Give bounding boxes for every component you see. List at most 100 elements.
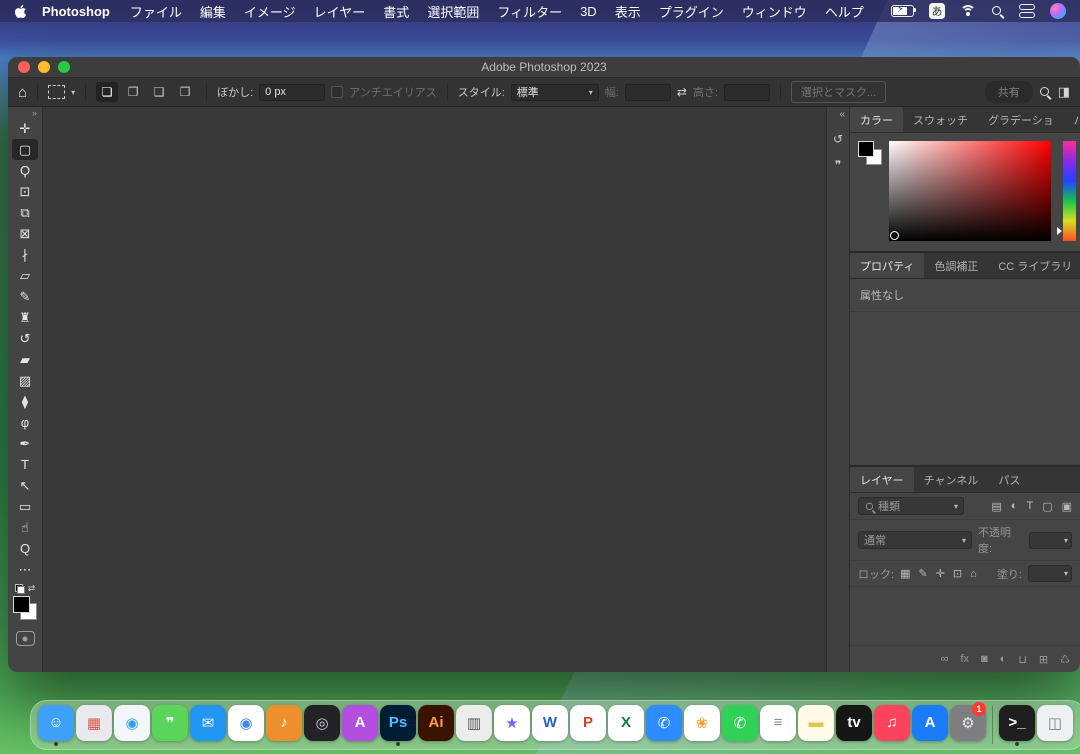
menu-image[interactable]: イメージ xyxy=(235,2,305,21)
menu-3d[interactable]: 3D xyxy=(571,4,606,19)
saturation-brightness-field[interactable] xyxy=(889,141,1051,241)
edit-toolbar[interactable]: ⋯ xyxy=(12,559,38,580)
dock-powerpoint[interactable]: P xyxy=(569,705,607,746)
layers-list[interactable] xyxy=(850,587,1080,646)
spotlight-search-icon[interactable] xyxy=(991,5,1004,18)
dock-terminal[interactable]: >_ xyxy=(998,705,1036,746)
menu-photoshop[interactable]: Photoshop xyxy=(33,4,121,19)
layer-mask-icon[interactable]: ◙ xyxy=(981,653,988,665)
dock-reminders[interactable]: ≡ xyxy=(759,705,797,746)
dock-photoshop[interactable]: Ps xyxy=(379,705,417,746)
lock-position-icon[interactable]: ✛ xyxy=(936,567,945,580)
swap-dimensions-icon[interactable]: ⇄ xyxy=(677,85,687,99)
eyedropper-tool[interactable]: ∤ xyxy=(12,244,38,265)
dock-imovie[interactable]: ★ xyxy=(493,705,531,746)
dock-affinity-photo[interactable]: A xyxy=(341,705,379,746)
tab-paths[interactable]: パス xyxy=(988,467,1030,492)
panel-foreground-swatch[interactable] xyxy=(858,141,874,157)
type-tool[interactable]: T xyxy=(12,454,38,475)
subtract-selection-mode[interactable]: ❑ xyxy=(148,82,170,102)
lock-pixels-icon[interactable]: ✎ xyxy=(918,567,927,580)
delete-layer-icon[interactable]: ♺ xyxy=(1060,653,1070,666)
dock-system-settings[interactable]: ⚙ 1 xyxy=(949,705,987,746)
tab-cc-libraries[interactable]: CC ライブラリ xyxy=(988,253,1080,278)
zoom-window-button[interactable] xyxy=(58,61,70,73)
adjustment-layer-icon[interactable]: ◐ xyxy=(1000,653,1007,665)
dock-notes[interactable]: ▬ xyxy=(797,705,835,746)
blend-mode-select[interactable]: 通常 ▾ xyxy=(858,531,972,549)
dock-final-cut-pro[interactable]: ▥ xyxy=(455,705,493,746)
lock-transparency-icon[interactable]: ▦ xyxy=(900,567,910,580)
layer-effects-icon[interactable]: fx xyxy=(960,653,969,665)
move-tool[interactable]: ✛ xyxy=(12,118,38,139)
current-tool-icon[interactable] xyxy=(48,85,65,99)
height-input[interactable] xyxy=(724,84,770,101)
search-icon[interactable] xyxy=(1039,86,1052,99)
eraser-tool[interactable]: ▰ xyxy=(12,349,38,370)
frame-tool[interactable]: ⊠ xyxy=(12,223,38,244)
apple-menu-icon[interactable] xyxy=(14,3,29,19)
menu-select[interactable]: 選択範囲 xyxy=(418,2,488,21)
rectangular-marquee-tool[interactable]: ▢ xyxy=(12,139,38,160)
share-button[interactable]: 共有 xyxy=(985,81,1033,103)
dock-facetime[interactable]: ✆ xyxy=(721,705,759,746)
select-and-mask-button[interactable]: 選択とマスク... xyxy=(791,81,886,103)
dock-launchpad[interactable]: ▦ xyxy=(75,705,113,746)
add-selection-mode[interactable]: ❐ xyxy=(122,82,144,102)
intersect-selection-mode[interactable]: ❒ xyxy=(174,82,196,102)
width-input[interactable] xyxy=(625,84,671,101)
dodge-tool[interactable]: φ xyxy=(12,412,38,433)
tab-layers[interactable]: レイヤー xyxy=(850,467,914,492)
battery-icon[interactable]: ⚡ xyxy=(891,5,914,17)
clone-stamp-tool[interactable]: ♜ xyxy=(12,307,38,328)
layer-group-icon[interactable]: ⊔ xyxy=(1018,653,1027,666)
dock-word[interactable]: W xyxy=(531,705,569,746)
link-layers-icon[interactable]: ∞ xyxy=(941,653,949,665)
filter-smart-objects-icon[interactable]: ▣ xyxy=(1062,500,1072,513)
antialias-checkbox[interactable] xyxy=(331,86,343,98)
dock-zoom[interactable]: ✆ xyxy=(645,705,683,746)
lock-all-icon[interactable]: ⌂ xyxy=(970,568,977,580)
tab-adjustments[interactable]: 色調補正 xyxy=(924,253,988,278)
dock-illustrator[interactable]: Ai xyxy=(417,705,455,746)
new-layer-icon[interactable]: ⊞ xyxy=(1039,653,1048,666)
spot-healing-brush-tool[interactable]: ▱ xyxy=(12,265,38,286)
menu-type[interactable]: 書式 xyxy=(374,2,418,21)
filter-adjustment-layers-icon[interactable]: ◐ xyxy=(1011,500,1018,513)
gradient-tool[interactable]: ▨ xyxy=(12,370,38,391)
dock-garageband[interactable]: ♪ xyxy=(265,705,303,746)
feather-input[interactable]: 0 px xyxy=(259,84,325,101)
home-icon[interactable]: ⌂ xyxy=(18,84,27,101)
lasso-tool[interactable]: Ϙ xyxy=(12,160,38,181)
menu-view[interactable]: 表示 xyxy=(606,2,650,21)
dock-app-store[interactable]: A xyxy=(911,705,949,746)
rectangle-tool[interactable]: ▭ xyxy=(12,496,38,517)
filter-type-layers-icon[interactable]: T xyxy=(1026,500,1033,513)
menu-help[interactable]: ヘルプ xyxy=(816,2,873,21)
menu-window[interactable]: ウィンドウ xyxy=(733,2,816,21)
menu-edit[interactable]: 編集 xyxy=(191,2,235,21)
color-picker-cursor[interactable] xyxy=(890,231,899,240)
blur-tool[interactable]: ⧫ xyxy=(12,391,38,412)
workspace-switcher-icon[interactable]: ◨ xyxy=(1058,84,1070,100)
dock-mail[interactable]: ✉ xyxy=(189,705,227,746)
menu-plugins[interactable]: プラグイン xyxy=(650,2,733,21)
tab-channels[interactable]: チャンネル xyxy=(914,467,989,492)
menu-file[interactable]: ファイル xyxy=(121,2,191,21)
input-method-icon[interactable]: あ xyxy=(929,3,945,19)
tab-gradients[interactable]: グラデーショ xyxy=(978,107,1064,132)
dock-messages[interactable]: ❞ xyxy=(151,705,189,746)
dock-finder[interactable]: ☺ xyxy=(37,705,75,746)
comments-panel-icon[interactable]: ❞ xyxy=(835,158,841,172)
menu-filter[interactable]: フィルター xyxy=(488,2,571,21)
tool-preset-chevron-icon[interactable]: ▾ xyxy=(71,88,75,97)
dock-turntable-app[interactable]: ◎ xyxy=(303,705,341,746)
dock-apple-tv[interactable]: tv xyxy=(835,705,873,746)
dock-chrome[interactable]: ◉ xyxy=(227,705,265,746)
hand-tool[interactable]: ☝ xyxy=(12,517,38,538)
dock-photos[interactable]: ❀ xyxy=(683,705,721,746)
tab-swatches[interactable]: スウォッチ xyxy=(903,107,978,132)
dock-music[interactable]: ♫ xyxy=(873,705,911,746)
window-title-bar[interactable]: Adobe Photoshop 2023 xyxy=(8,57,1080,78)
crop-tool[interactable]: ⧉ xyxy=(12,202,38,223)
